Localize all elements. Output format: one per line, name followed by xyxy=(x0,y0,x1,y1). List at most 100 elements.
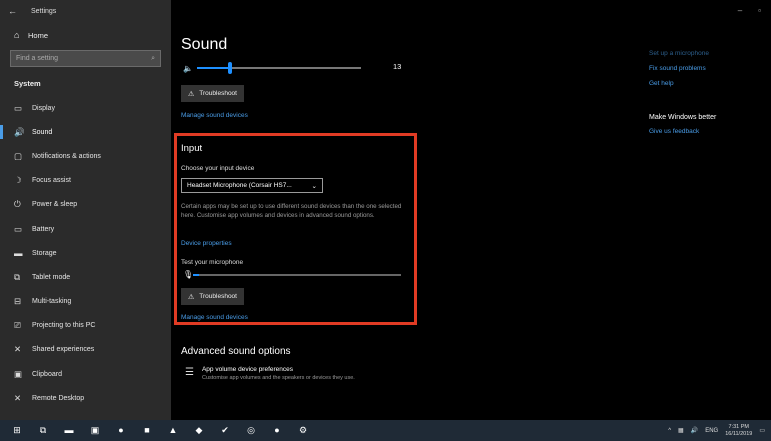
app3-icon[interactable]: ▲ xyxy=(160,425,186,436)
storage-icon: ▬ xyxy=(14,248,23,259)
sidebar-item-label: Remote Desktop xyxy=(32,394,85,402)
remote-icon: ✕ xyxy=(14,392,22,403)
input-manage-devices-link[interactable]: Manage sound devices xyxy=(181,314,248,321)
app-volume-preferences[interactable]: ☰ App volume device preferences Customis… xyxy=(185,366,355,381)
pref-subtitle: Customise app volumes and the speakers o… xyxy=(201,375,355,381)
sidebar-item-label: Shared experiences xyxy=(32,346,95,354)
choose-input-label: Choose your input device xyxy=(181,165,255,172)
settings-sidebar: ← Settings ⌂ Home Find a setting ⌕ Syste… xyxy=(0,0,171,420)
volume-track[interactable] xyxy=(197,62,361,74)
home-label: Home xyxy=(28,30,49,40)
volume-value: 13 xyxy=(393,62,402,71)
chevron-up-icon[interactable]: ^ xyxy=(668,428,671,434)
input-heading: Input xyxy=(181,143,203,154)
app2-icon[interactable]: ■ xyxy=(134,425,160,436)
test-mic-label: Test your microphone xyxy=(181,259,244,266)
mic-level-track xyxy=(193,273,401,276)
volume-thumb[interactable] xyxy=(227,62,232,74)
chevron-down-icon: ⌄ xyxy=(311,182,317,190)
sidebar-item-label: Projecting to this PC xyxy=(32,322,96,330)
battery-icon: ▭ xyxy=(14,223,23,234)
mic-level-fill xyxy=(193,273,200,276)
input-troubleshoot-button[interactable]: ⚠ Troubleshoot xyxy=(181,288,244,305)
multitasking-icon: ⊟ xyxy=(14,296,22,307)
clock[interactable]: 7:31 PM 16/11/2019 xyxy=(725,424,752,438)
get-help-link[interactable]: Get help xyxy=(649,80,674,87)
setup-mic-link[interactable]: Set up a microphone xyxy=(649,50,709,57)
sidebar-item-remote-desktop[interactable]: ✕ Remote Desktop xyxy=(0,386,171,410)
tablet-icon: ⧉ xyxy=(14,271,21,282)
language-indicator[interactable]: ENG xyxy=(705,428,718,434)
sidebar-item-label: Storage xyxy=(32,249,57,257)
sidebar-item-battery[interactable]: ▭ Battery xyxy=(0,217,171,241)
chrome-icon[interactable]: ● xyxy=(108,425,134,436)
sidebar-item-storage[interactable]: ▬ Storage xyxy=(0,241,171,265)
warning-icon: ⚠ xyxy=(188,293,195,301)
home-icon: ⌂ xyxy=(14,30,20,40)
minimize-icon[interactable]: – xyxy=(738,6,742,15)
app5-icon[interactable]: ◎ xyxy=(238,425,264,436)
sidebar-item-label: Battery xyxy=(32,225,55,233)
sidebar-item-display[interactable]: ▭ Display xyxy=(0,96,171,120)
sliders-icon: ☰ xyxy=(185,367,194,378)
master-volume-slider[interactable]: 🔈 xyxy=(183,62,401,74)
sidebar-item-sound[interactable]: 🔊 Sound xyxy=(0,120,171,144)
sidebar-item-label: Notifications & actions xyxy=(32,152,101,160)
sidebar-item-multi-tasking[interactable]: ⊟ Multi-tasking xyxy=(0,290,171,314)
back-arrow-icon[interactable]: ← xyxy=(8,6,17,16)
sidebar-nav: ▭ Display 🔊 Sound ▢ Notifications & actions ☽ F… xyxy=(0,96,171,410)
sidebar-item-clipboard[interactable]: ▣ Clipboard xyxy=(0,362,171,386)
sound-settings-panel: – ▫ Sound 🔈 13 ⚠ Troubleshoot Manage sou… xyxy=(171,0,771,420)
sidebar-item-label: Clipboard xyxy=(32,370,62,378)
output-troubleshoot-label: Troubleshoot xyxy=(199,90,237,97)
app6-icon[interactable]: ● xyxy=(264,425,290,436)
fix-sound-problems-link[interactable]: Fix sound problems xyxy=(649,65,706,72)
shared-icon: ✕ xyxy=(14,344,22,355)
title-bar: ← Settings xyxy=(0,0,171,22)
input-device-dropdown[interactable]: Headset Microphone (Corsair HS7... ⌄ xyxy=(181,178,323,193)
start-icon[interactable]: ⊞ xyxy=(4,425,30,436)
page-title: Sound xyxy=(181,36,228,53)
notification-icon: ▢ xyxy=(14,150,23,161)
volume-icon[interactable]: 🔊 xyxy=(691,427,698,434)
moon-icon: ☽ xyxy=(14,175,22,186)
sidebar-item-notifications-actions[interactable]: ▢ Notifications & actions xyxy=(0,144,171,168)
taskbar-icons: ⊞ ⧉ ▬ ▣ ● ■ ▲ ◆ ✔ ◎ ● ⚙ xyxy=(0,425,316,436)
sidebar-item-label: Focus assist xyxy=(32,177,71,185)
notification-center-icon[interactable]: ▭ xyxy=(759,427,765,434)
pref-title: App volume device preferences xyxy=(201,366,294,373)
sidebar-item-label: Power & sleep xyxy=(32,201,78,209)
search-input[interactable]: Find a setting ⌕ xyxy=(10,50,161,67)
home-link[interactable]: ⌂ Home xyxy=(0,24,171,46)
sidebar-item-power-sleep[interactable]: ⏻ Power & sleep xyxy=(0,193,171,217)
advanced-heading: Advanced sound options xyxy=(181,346,291,357)
speaker-icon: 🔈 xyxy=(183,63,193,73)
output-manage-devices-link[interactable]: Manage sound devices xyxy=(181,112,248,119)
sidebar-item-label: Tablet mode xyxy=(32,273,71,281)
device-properties-link[interactable]: Device properties xyxy=(181,240,232,247)
maximize-icon[interactable]: ▫ xyxy=(758,6,761,15)
clipboard-icon: ▣ xyxy=(14,368,23,379)
app-icon[interactable]: ▣ xyxy=(82,425,108,436)
task-view-icon[interactable]: ⧉ xyxy=(30,425,56,436)
output-troubleshoot-button[interactable]: ⚠ Troubleshoot xyxy=(181,85,244,102)
sidebar-item-projecting-to-this-pc[interactable]: ⎚ Projecting to this PC xyxy=(0,314,171,338)
sidebar-item-focus-assist[interactable]: ☽ Focus assist xyxy=(0,169,171,193)
settings-icon[interactable]: ⚙ xyxy=(290,425,316,436)
section-heading: System xyxy=(14,79,41,88)
mic-level-meter: 🎙 xyxy=(183,270,403,279)
check-icon[interactable]: ✔ xyxy=(212,425,238,436)
sidebar-item-label: Multi-tasking xyxy=(32,298,72,306)
network-icon[interactable]: ▦ xyxy=(678,427,684,434)
power-icon: ⏻ xyxy=(14,199,21,210)
sidebar-item-tablet-mode[interactable]: ⧉ Tablet mode xyxy=(0,265,171,289)
give-feedback-link[interactable]: Give us feedback xyxy=(649,128,699,135)
explorer-icon[interactable]: ▬ xyxy=(56,425,82,436)
app4-icon[interactable]: ◆ xyxy=(186,425,212,436)
warning-icon: ⚠ xyxy=(188,90,195,98)
search-placeholder: Find a setting xyxy=(16,55,59,62)
window-title: Settings xyxy=(31,7,57,15)
input-description: Certain apps may be set up to use differ… xyxy=(181,203,402,219)
sidebar-item-shared-experiences[interactable]: ✕ Shared experiences xyxy=(0,338,171,362)
clock-date: 16/11/2019 xyxy=(725,430,753,437)
